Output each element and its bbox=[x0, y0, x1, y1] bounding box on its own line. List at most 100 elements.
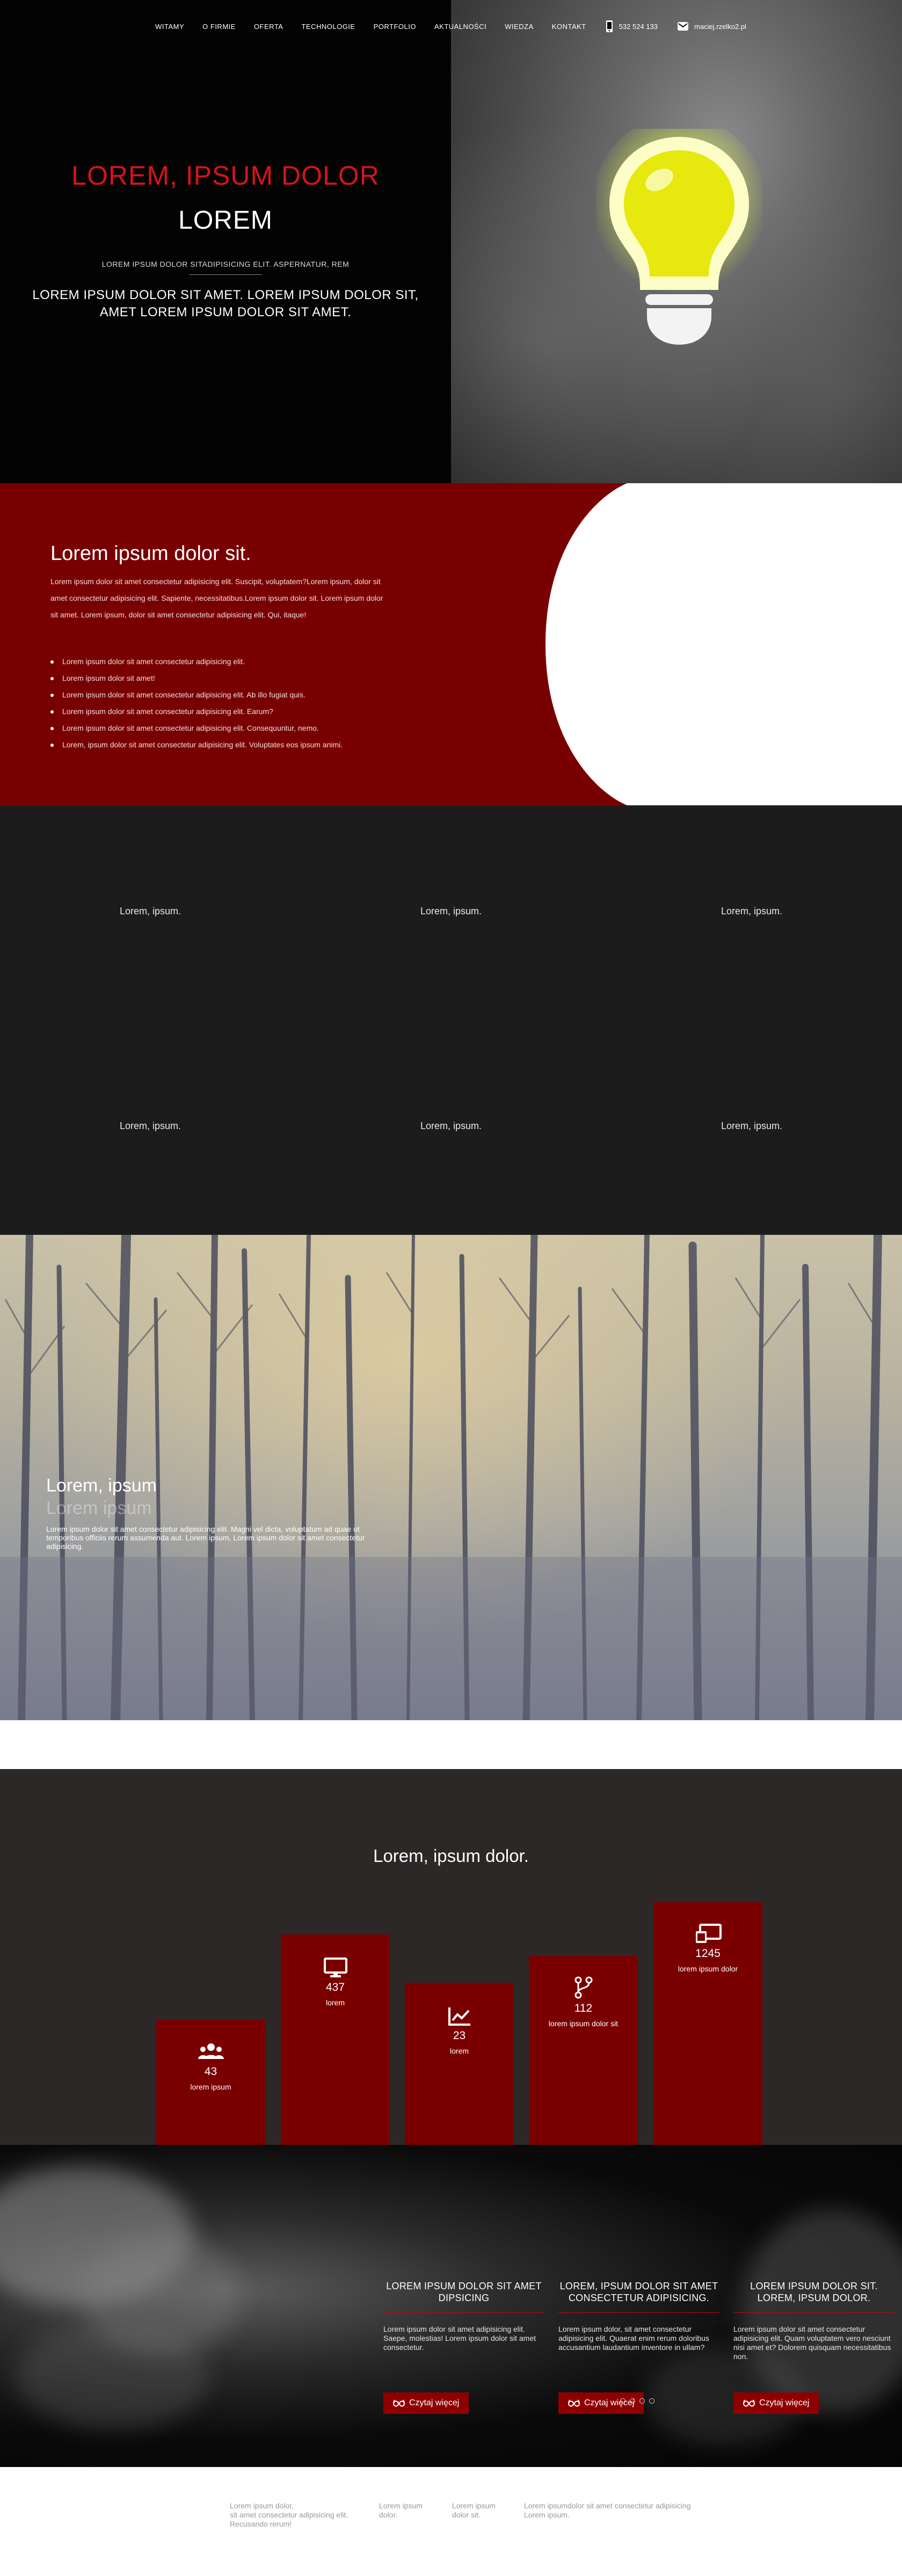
nav-phone[interactable]: 532 524 133 bbox=[595, 20, 667, 32]
lightbulb-icon bbox=[596, 129, 762, 345]
nav-link-wiedza[interactable]: WIEDZA bbox=[496, 23, 543, 31]
forest-subtitle: Lorem ipsum bbox=[46, 1498, 152, 1518]
intro-paragraph: Lorem ipsum dolor sit amet consectetur a… bbox=[50, 577, 383, 619]
nav-link-aktualnosci[interactable]: AKTUALNOŚCI bbox=[425, 23, 496, 31]
news-title: LOREM, IPSUM DOLOR SIT AMET CONSECTETUR … bbox=[559, 2281, 718, 2303]
list-item: Lorem ipsum dolor sit amet! bbox=[50, 670, 426, 687]
footer-column: Lorem ipsum dolor. bbox=[379, 2501, 423, 2520]
footer-text: Lorem ipsum bbox=[452, 2501, 496, 2510]
stat-label: lorem ipsum bbox=[190, 2083, 231, 2091]
grid-item-label[interactable]: Lorem, ipsum. bbox=[370, 1120, 532, 1132]
monitor-icon bbox=[323, 1958, 347, 1977]
stat-label: lorem bbox=[325, 1998, 345, 2007]
code-branch-icon bbox=[574, 1976, 592, 1999]
stat-value: 43 bbox=[204, 2065, 217, 2078]
grid-item-label[interactable]: Lorem, ipsum. bbox=[370, 906, 532, 917]
nav-link-technologie[interactable]: TECHNOLOGIE bbox=[292, 23, 364, 31]
footer-column: Lorem ipsum dolor, sit amet consectetur … bbox=[230, 2501, 348, 2529]
news-item: LOREM IPSUM DOLOR SIT AMET DIPSICING Lor… bbox=[383, 2280, 544, 2352]
grid-item-label[interactable]: Lorem, ipsum. bbox=[70, 1120, 231, 1132]
stat-card: 437 lorem bbox=[281, 1934, 390, 2145]
laptop-icon bbox=[695, 1924, 722, 1943]
hero-divider bbox=[189, 274, 262, 275]
stat-value: 112 bbox=[574, 2002, 593, 2014]
stat-label: lorem ipsum dolor bbox=[678, 1964, 738, 1973]
list-item: Lorem ipsum dolor sit amet consectetur a… bbox=[50, 687, 426, 703]
grid-item-label[interactable]: Lorem, ipsum. bbox=[671, 906, 832, 917]
hero-title-red: LOREM, IPSUM DOLOR bbox=[71, 161, 380, 191]
stat-card: 43 lorem ipsum bbox=[156, 2020, 265, 2145]
nav-email[interactable]: maciej.rzelko2.pl bbox=[667, 21, 756, 31]
read-more-button[interactable]: Czytaj więcej bbox=[733, 2392, 819, 2414]
intro-list: Lorem ipsum dolor sit amet consectetur a… bbox=[50, 653, 426, 753]
intro-curve-shape bbox=[545, 483, 634, 805]
stat-label: lorem bbox=[449, 2047, 469, 2055]
envelope-icon bbox=[678, 22, 689, 31]
news-text: Lorem ipsum dolor, sit amet consectetur … bbox=[558, 2325, 709, 2352]
phone-number: 532 524 133 bbox=[619, 22, 658, 31]
hero-subheading: LOREM IPSUM DOLOR SITADIPISICING ELIT. A… bbox=[101, 260, 350, 268]
read-more-button[interactable]: Czytaj więcej bbox=[383, 2392, 469, 2414]
list-item: Lorem ipsum dolor sit amet consectetur a… bbox=[50, 703, 426, 720]
glasses-icon bbox=[393, 2399, 405, 2407]
footer-text: Lorem ipsum dolor, bbox=[230, 2501, 294, 2510]
news-text: Lorem ipsum dolor sit amet adipisicing e… bbox=[383, 2325, 536, 2352]
email-address: maciej.rzelko2.pl bbox=[694, 22, 746, 31]
read-more-label: Czytaj więcej bbox=[409, 2398, 460, 2407]
hero-tagline: LOREM IPSUM DOLOR SIT AMET. LOREM IPSUM … bbox=[0, 287, 451, 321]
intro-title: Lorem ipsum dolor sit. bbox=[50, 542, 251, 565]
stat-card: 1245 lorem ipsum dolor bbox=[653, 1902, 762, 2145]
stats-title: Lorem, ipsum dolor. bbox=[373, 1846, 529, 1866]
read-more-label: Czytaj więcej bbox=[759, 2398, 810, 2407]
nav-link-kontakt[interactable]: KONTAKT bbox=[543, 23, 595, 31]
stat-value: 1245 bbox=[695, 1947, 721, 1960]
nav-link-oferta[interactable]: OFERTA bbox=[245, 23, 293, 31]
news-divider bbox=[733, 2312, 894, 2313]
users-icon bbox=[198, 2043, 224, 2059]
news-title: LOREM IPSUM DOLOR SIT. LOREM, IPSUM DOLO… bbox=[750, 2281, 878, 2303]
news-item: LOREM IPSUM DOLOR SIT. LOREM, IPSUM DOLO… bbox=[733, 2280, 894, 2361]
list-item: Lorem ipsum dolor sit amet consectetur a… bbox=[50, 653, 426, 670]
stat-card: 23 lorem bbox=[405, 1983, 514, 2145]
stat-card: 112 lorem ipsum dolor sit bbox=[529, 1956, 638, 2145]
mobile-phone-icon bbox=[606, 20, 613, 32]
footer bbox=[0, 2467, 902, 2576]
footer-text: dolor. bbox=[379, 2510, 398, 2519]
intro-section bbox=[0, 483, 902, 805]
glasses-icon bbox=[743, 2399, 755, 2407]
intro-red-panel bbox=[0, 483, 632, 805]
hero-tagline-line-1: LOREM IPSUM DOLOR SIT AMET. LOREM IPSUM … bbox=[32, 288, 419, 302]
grid-item-label[interactable]: Lorem, ipsum. bbox=[671, 1120, 832, 1132]
grid-item-label[interactable]: Lorem, ipsum. bbox=[70, 906, 231, 917]
footer-text: dolor sit. bbox=[452, 2510, 481, 2519]
footer-column: Lorem ipsumdolor sit amet consectetur ad… bbox=[524, 2501, 690, 2520]
carousel-dot[interactable] bbox=[630, 2398, 635, 2404]
stat-value: 23 bbox=[453, 2029, 466, 2042]
hero-title-white: LOREM bbox=[178, 206, 273, 235]
forest-text: Lorem ipsum dolor sit amet consectetur a… bbox=[46, 1525, 365, 1551]
hero-left-panel bbox=[0, 0, 451, 483]
carousel-dots bbox=[620, 2398, 654, 2404]
hero-image-panel bbox=[451, 0, 902, 483]
smoke-cloud bbox=[16, 2322, 209, 2429]
list-item: Lorem, ipsum dolor sit amet consectetur … bbox=[50, 737, 426, 753]
news-item: LOREM, IPSUM DOLOR SIT AMET CONSECTETUR … bbox=[558, 2280, 719, 2352]
carousel-dot[interactable] bbox=[620, 2398, 625, 2404]
line-chart-icon bbox=[448, 2007, 470, 2026]
news-divider bbox=[383, 2312, 544, 2313]
carousel-dot[interactable] bbox=[649, 2398, 654, 2404]
hero-tagline-line-2: AMET LOREM IPSUM DOLOR SIT AMET. bbox=[99, 305, 352, 319]
nav-link-o-firmie[interactable]: O FIRMIE bbox=[193, 23, 245, 31]
footer-column: Lorem ipsum dolor sit. bbox=[452, 2501, 496, 2520]
stat-value: 437 bbox=[325, 1981, 345, 1993]
portfolio-grid bbox=[0, 805, 902, 1235]
carousel-dot[interactable] bbox=[639, 2398, 645, 2404]
nav-link-portfolio[interactable]: PORTFOLIO bbox=[365, 23, 425, 31]
news-divider bbox=[558, 2312, 719, 2313]
footer-text: Lorem ipsum bbox=[379, 2501, 423, 2510]
footer-text: Lorem ipsumdolor sit amet consectetur ad… bbox=[524, 2501, 691, 2510]
news-title: LOREM IPSUM DOLOR SIT AMET DIPSICING bbox=[386, 2281, 542, 2303]
glasses-icon bbox=[568, 2399, 580, 2407]
forest-title: Lorem, ipsum bbox=[46, 1475, 157, 1496]
nav-link-witamy[interactable]: WITAMY bbox=[146, 23, 193, 31]
